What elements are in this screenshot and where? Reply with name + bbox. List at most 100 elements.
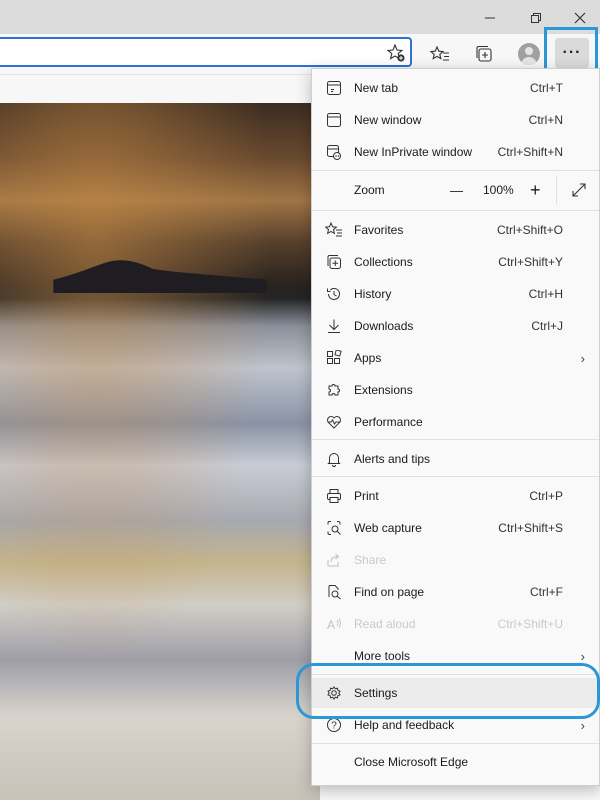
label: New window <box>354 113 422 127</box>
menu-item-find-on-page[interactable]: Find on page Ctrl+F <box>312 577 599 607</box>
hills-silhouette <box>53 260 267 293</box>
menu-item-zoom: Zoom — 100% + <box>312 175 599 205</box>
zoom-in-button[interactable]: + <box>530 180 541 201</box>
menu-item-alerts-and-tips[interactable]: Alerts and tips <box>312 444 599 474</box>
separator <box>312 170 599 171</box>
help-icon: ? <box>325 716 343 734</box>
label: Performance <box>354 415 423 429</box>
label: Help and feedback <box>354 718 455 732</box>
label: Print <box>354 489 379 503</box>
find-icon <box>325 583 343 601</box>
settings-and-more-button[interactable]: ··· <box>555 38 589 68</box>
separator <box>312 674 599 675</box>
menu-item-new-tab[interactable]: New tab Ctrl+T <box>312 73 599 103</box>
read-aloud-icon: A <box>325 615 343 633</box>
label: Web capture <box>354 521 422 535</box>
title-bar <box>0 0 600 34</box>
collections-icon <box>325 253 343 271</box>
label: Close Microsoft Edge <box>354 755 469 769</box>
shortcut: Ctrl+Shift+N <box>497 145 563 159</box>
shortcut: Ctrl+H <box>528 287 563 301</box>
shortcut: Ctrl+F <box>530 585 563 599</box>
address-bar[interactable] <box>0 37 412 67</box>
shortcut: Ctrl+N <box>528 113 563 127</box>
menu-item-read-aloud: A Read aloud Ctrl+Shift+U <box>312 609 599 639</box>
label: Zoom <box>354 183 385 197</box>
download-icon <box>325 317 343 335</box>
menu-item-settings[interactable]: Settings <box>312 678 599 708</box>
label: Read aloud <box>354 617 416 631</box>
new-tab-icon <box>325 79 343 97</box>
label: Share <box>354 553 387 567</box>
separator <box>312 476 599 477</box>
menu-item-share: Share <box>312 545 599 575</box>
menu-item-help-and-feedback[interactable]: ? Help and feedback › <box>312 710 599 740</box>
shortcut: Ctrl+Shift+Y <box>498 255 563 269</box>
label: Extensions <box>354 383 413 397</box>
menu-item-favorites[interactable]: Favorites Ctrl+Shift+O <box>312 215 599 245</box>
shortcut: Ctrl+Shift+S <box>498 521 563 535</box>
menu-item-new-window[interactable]: New window Ctrl+N <box>312 105 599 135</box>
menu-item-history[interactable]: History Ctrl+H <box>312 279 599 309</box>
menu-item-apps[interactable]: Apps › <box>312 343 599 373</box>
menu-item-collections[interactable]: Collections Ctrl+Shift+Y <box>312 247 599 277</box>
avatar <box>518 43 540 65</box>
shortcut: Ctrl+Shift+O <box>496 223 563 237</box>
menu-item-downloads[interactable]: Downloads Ctrl+J <box>312 311 599 341</box>
settings-and-more-menu: New tab Ctrl+T New window Ctrl+N New InP… <box>311 68 600 786</box>
separator <box>312 439 599 440</box>
favorites-icon <box>325 221 343 239</box>
star-add-icon <box>386 43 405 62</box>
menu-item-new-inprivate-window[interactable]: New InPrivate window Ctrl+Shift+N <box>312 137 599 167</box>
label: Favorites <box>354 223 404 237</box>
restore-icon <box>531 13 541 23</box>
favorites-icon <box>430 45 449 61</box>
gear-icon <box>325 684 343 702</box>
favorites-button[interactable] <box>426 40 454 68</box>
label: New InPrivate window <box>354 145 473 159</box>
shortcut: Ctrl+T <box>530 81 563 95</box>
label: Collections <box>354 255 413 269</box>
label: Downloads <box>354 319 414 333</box>
collections-icon <box>476 45 492 62</box>
minimize-button[interactable] <box>476 6 504 30</box>
label: History <box>354 287 392 301</box>
shortcut: Ctrl+P <box>529 489 563 503</box>
shortcut: Ctrl+Shift+U <box>497 617 563 631</box>
shortcut: Ctrl+J <box>531 319 563 333</box>
label: More tools <box>354 649 411 663</box>
new-window-icon <box>325 111 343 129</box>
label: Alerts and tips <box>354 452 431 466</box>
label: Settings <box>354 686 398 700</box>
menu-item-web-capture[interactable]: Web capture Ctrl+Shift+S <box>312 513 599 543</box>
chevron-right-icon: › <box>580 717 585 733</box>
web-capture-icon <box>325 519 343 537</box>
separator <box>312 743 599 744</box>
heart-pulse-icon <box>325 413 343 431</box>
menu-item-extensions[interactable]: Extensions <box>312 375 599 405</box>
close-icon <box>574 12 586 24</box>
chevron-right-icon: › <box>580 648 585 664</box>
profile-button[interactable] <box>515 40 543 68</box>
puzzle-icon <box>325 381 343 399</box>
printer-icon <box>325 487 343 505</box>
separator <box>312 210 599 211</box>
inprivate-icon <box>325 143 343 161</box>
collections-button[interactable] <box>470 40 498 68</box>
share-icon <box>325 551 343 569</box>
menu-item-close-microsoft-edge[interactable]: Close Microsoft Edge <box>312 747 599 777</box>
background-photo <box>0 103 320 800</box>
zoom-level: 100% <box>483 183 514 197</box>
svg-text:?: ? <box>331 721 337 732</box>
label: New tab <box>354 81 399 95</box>
label: Find on page <box>354 585 425 599</box>
zoom-out-button[interactable]: — <box>450 183 463 198</box>
menu-item-print[interactable]: Print Ctrl+P <box>312 481 599 511</box>
full-screen-button[interactable] <box>571 182 587 198</box>
menu-item-more-tools[interactable]: More tools › <box>312 641 599 671</box>
add-favorite-button[interactable] <box>382 39 410 67</box>
label: Apps <box>354 351 382 365</box>
minimize-icon <box>485 17 495 19</box>
menu-item-performance[interactable]: Performance <box>312 407 599 437</box>
chevron-right-icon: › <box>580 350 585 366</box>
